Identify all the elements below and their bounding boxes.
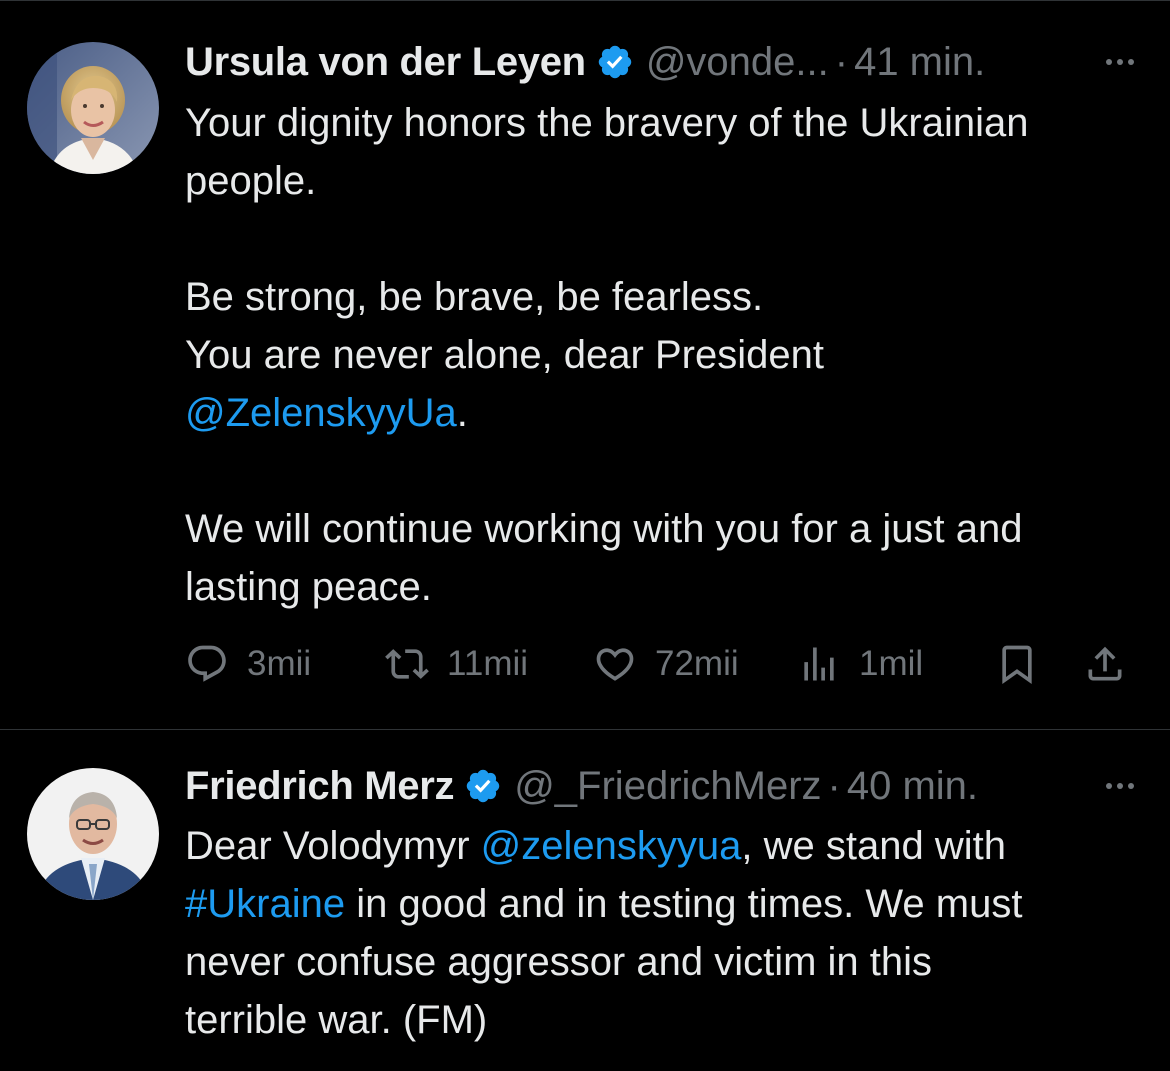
text-line: terrible war. (FM) bbox=[185, 991, 1150, 1049]
text-segment: Dear Volodymyr bbox=[185, 824, 481, 868]
text-line: never confuse aggressor and victim in th… bbox=[185, 933, 1150, 991]
reply-button[interactable]: 3mii bbox=[185, 636, 311, 692]
text-line: Be strong, be brave, be fearless. bbox=[185, 268, 1150, 326]
avatar-photo-merz bbox=[27, 768, 159, 900]
more-horizontal-icon[interactable] bbox=[1106, 59, 1142, 65]
author-name[interactable]: Friedrich Merz bbox=[185, 764, 455, 809]
share-button[interactable] bbox=[1083, 636, 1127, 692]
text-segment: , we stand with bbox=[741, 824, 1006, 868]
hashtag-link[interactable]: #Ukraine bbox=[185, 882, 345, 926]
bookmark-button[interactable] bbox=[995, 636, 1039, 692]
more-horizontal-icon[interactable] bbox=[1106, 783, 1142, 789]
text-segment: in good and in testing times. We must bbox=[345, 882, 1023, 926]
tweet-actions: 3mii 11mii 72mii 1mil bbox=[185, 636, 1142, 692]
reply-count: 3mii bbox=[247, 644, 312, 683]
text-line: We will continue working with you for a … bbox=[185, 500, 1150, 558]
text-segment: We will continue working with you for a … bbox=[185, 507, 1023, 551]
views-button[interactable]: 1mil bbox=[797, 636, 923, 692]
text-segment: never confuse aggressor and victim in th… bbox=[185, 940, 933, 984]
separator-dot: · bbox=[827, 763, 841, 808]
mention-link[interactable]: @zelenskyyua bbox=[481, 824, 742, 868]
mention-link[interactable]: @ZelenskyyUa bbox=[185, 391, 457, 435]
heart-icon bbox=[596, 648, 634, 681]
verified-badge-icon[interactable] bbox=[596, 43, 634, 81]
paragraph-break bbox=[185, 210, 1150, 268]
tweet-text: Your dignity honors the bravery of the U… bbox=[185, 94, 1150, 616]
paragraph-break bbox=[185, 442, 1150, 500]
text-segment: lasting peace. bbox=[185, 565, 432, 609]
views-bars-icon bbox=[804, 647, 834, 681]
text-line: @ZelenskyyUa. bbox=[185, 384, 1150, 442]
share-upload-icon bbox=[1088, 646, 1122, 681]
tweet-header: Ursula von der Leyen @vonde... · 41 min. bbox=[185, 36, 1142, 88]
text-segment: people. bbox=[185, 159, 317, 203]
text-line: You are never alone, dear President bbox=[185, 326, 1150, 384]
author-name[interactable]: Ursula von der Leyen bbox=[185, 40, 586, 85]
reply-bubble-icon bbox=[188, 645, 226, 682]
like-button[interactable]: 72mii bbox=[593, 636, 739, 692]
timestamp[interactable]: 41 min. bbox=[854, 40, 985, 85]
bookmark-icon bbox=[1002, 645, 1032, 685]
separator-dot: · bbox=[834, 39, 849, 84]
tweet-text: Dear Volodymyr @zelenskyyua, we stand wi… bbox=[185, 817, 1150, 1049]
verified-badge-icon[interactable] bbox=[464, 767, 502, 805]
text-segment: terrible war. (FM) bbox=[185, 998, 488, 1042]
avatar-photo-ursula bbox=[27, 42, 159, 174]
text-line: lasting peace. bbox=[185, 558, 1150, 616]
author-handle[interactable]: @vonde... bbox=[646, 40, 829, 85]
tweet-ursula-von-der-leyen[interactable]: Ursula von der Leyen @vonde... · 41 min.… bbox=[0, 0, 1170, 730]
avatar-friedrich-merz[interactable] bbox=[27, 768, 159, 900]
like-count: 72mii bbox=[655, 644, 739, 683]
tweet-header: Friedrich Merz @_FriedrichMerz · 40 min. bbox=[185, 760, 1142, 812]
text-line: Your dignity honors the bravery of the U… bbox=[185, 94, 1150, 152]
text-segment: Your dignity honors the bravery of the U… bbox=[185, 101, 1029, 145]
repost-count: 11mii bbox=[447, 644, 529, 683]
text-line: #Ukraine in good and in testing times. W… bbox=[185, 875, 1150, 933]
author-handle[interactable]: @_FriedrichMerz bbox=[514, 764, 821, 809]
text-line: people. bbox=[185, 152, 1150, 210]
text-segment: Be strong, be brave, be fearless. bbox=[185, 275, 764, 319]
text-segment: You are never alone, dear President bbox=[185, 333, 824, 377]
timestamp[interactable]: 40 min. bbox=[847, 764, 978, 809]
text-line: Dear Volodymyr @zelenskyyua, we stand wi… bbox=[185, 817, 1150, 875]
repost-button[interactable]: 11mii bbox=[385, 636, 528, 692]
repost-arrows-icon bbox=[385, 649, 429, 679]
text-segment: . bbox=[456, 391, 468, 435]
tweet-friedrich-merz[interactable]: Friedrich Merz @_FriedrichMerz · 40 min.… bbox=[0, 730, 1170, 1071]
views-count: 1mil bbox=[859, 644, 924, 683]
avatar-ursula-von-der-leyen[interactable] bbox=[27, 42, 159, 174]
